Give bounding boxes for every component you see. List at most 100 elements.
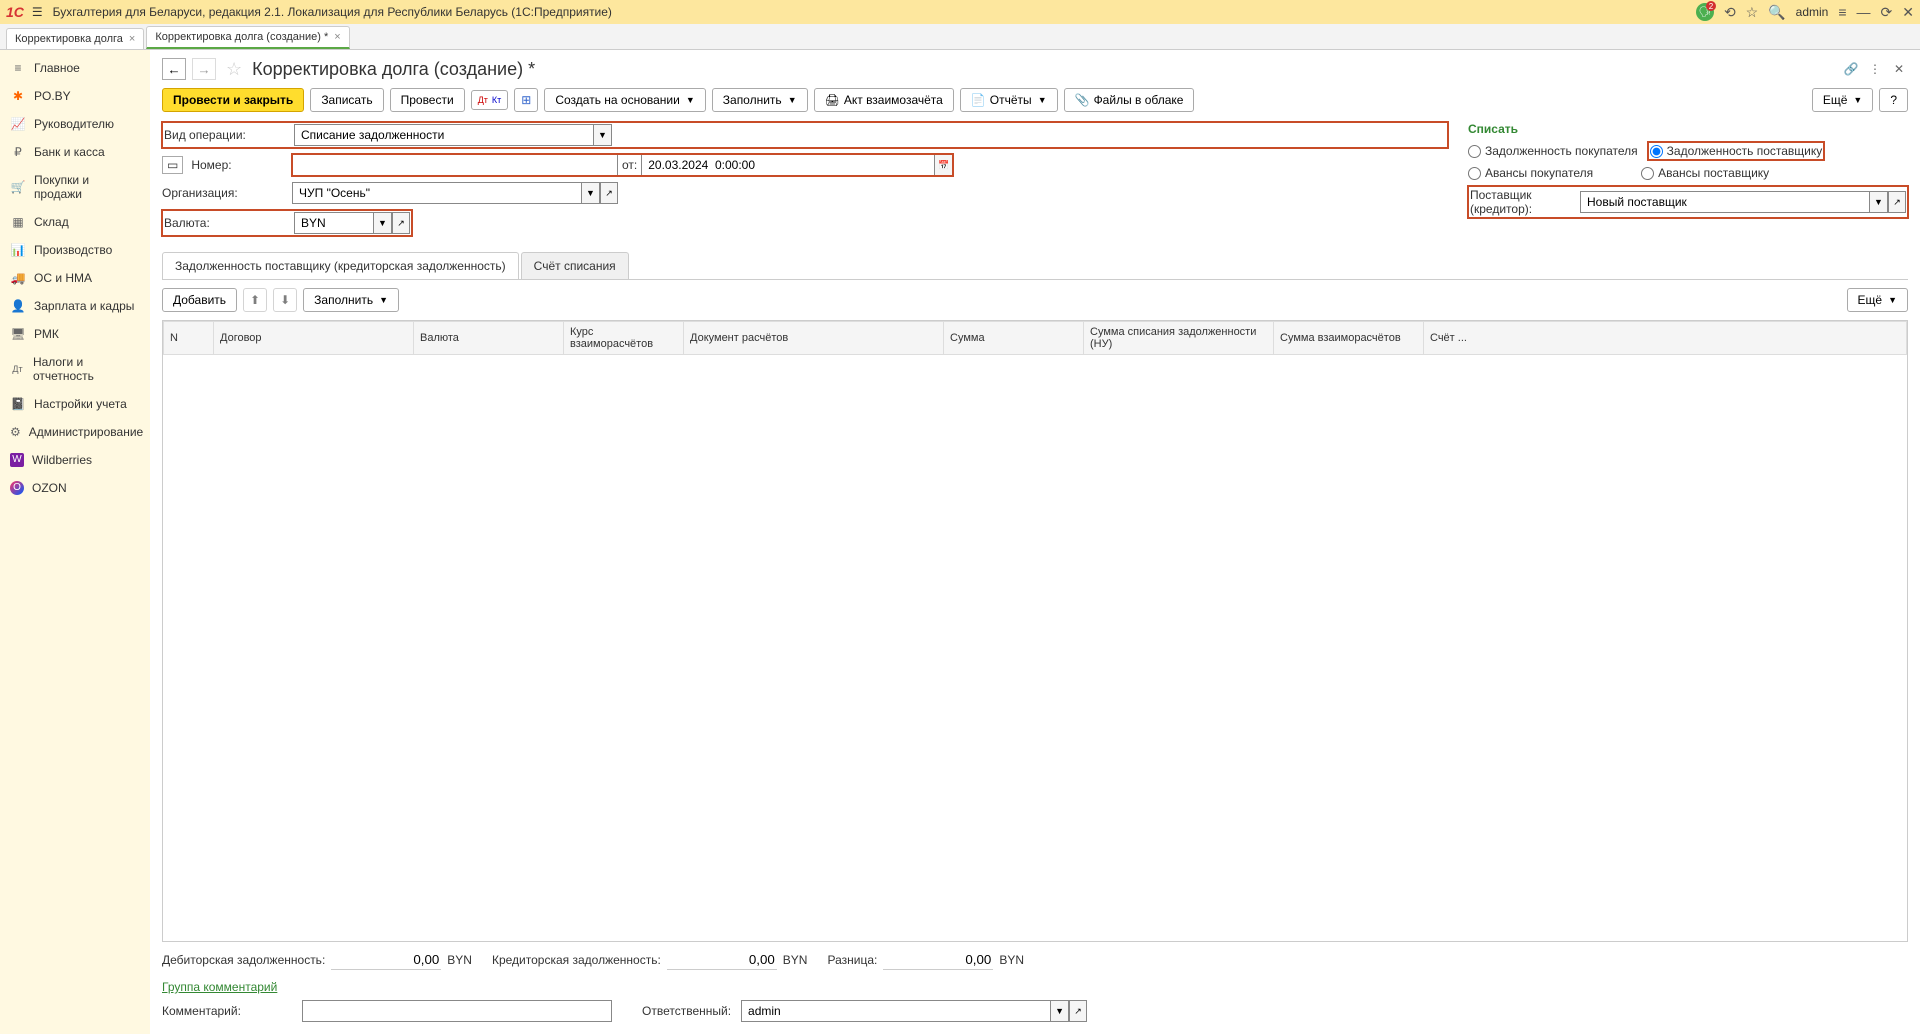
calendar-button[interactable]: 📅 xyxy=(935,154,953,176)
help-button[interactable]: ? xyxy=(1879,88,1908,112)
reports-button[interactable]: 📄Отчёты▼ xyxy=(960,88,1058,112)
operation-dropdown-button[interactable]: ▼ xyxy=(594,124,612,146)
sidebar-item-production[interactable]: 📊Производство xyxy=(0,236,150,264)
tab-debt-correction-create[interactable]: Корректировка долга (создание) * × xyxy=(146,26,349,49)
comment-group-link[interactable]: Группа комментарий xyxy=(162,980,277,994)
org-dropdown-button[interactable]: ▼ xyxy=(582,182,600,204)
radio-supplier-advance[interactable]: Авансы поставщику xyxy=(1641,166,1769,180)
supplier-dropdown-button[interactable]: ▼ xyxy=(1870,191,1888,213)
date-input[interactable] xyxy=(641,154,935,176)
notification-icon[interactable]: 🗣 2 xyxy=(1696,3,1714,21)
user-label[interactable]: admin xyxy=(1796,5,1829,19)
col-currency[interactable]: Валюта xyxy=(414,322,564,355)
minimize-icon[interactable]: — xyxy=(1857,4,1871,20)
files-button[interactable]: 📎Файлы в облаке xyxy=(1064,88,1195,112)
calendar-icon[interactable]: ▭ xyxy=(162,156,183,174)
sidebar-item-admin[interactable]: ⚙Администрирование xyxy=(0,418,150,446)
col-writeoff-sum[interactable]: Сумма списания задолженности (НУ) xyxy=(1084,322,1274,355)
back-button[interactable]: ← xyxy=(162,58,186,80)
move-up-button[interactable]: ⬆ xyxy=(243,288,267,312)
move-down-button[interactable]: ⬇ xyxy=(273,288,297,312)
radio-supplier-debt[interactable]: Задолженность поставщику xyxy=(1648,142,1825,160)
diff-value xyxy=(883,950,993,970)
star-icon[interactable]: ☆ xyxy=(1746,4,1759,21)
close-icon[interactable]: × xyxy=(129,33,135,45)
forward-button[interactable]: → xyxy=(192,58,216,80)
currency-open-button[interactable]: ↗ xyxy=(392,212,410,234)
print-icon: 🖨 xyxy=(825,93,840,107)
close-window-icon[interactable]: ✕ xyxy=(1902,4,1914,21)
radio-buyer-debt[interactable]: Задолженность покупателя xyxy=(1468,144,1638,158)
debt-table[interactable]: N Договор Валюта Курс взаиморасчётов Док… xyxy=(162,320,1908,942)
structure-button[interactable]: ⊞ xyxy=(514,88,538,112)
supplier-open-button[interactable]: ↗ xyxy=(1888,191,1906,213)
tab-supplier-debt[interactable]: Задолженность поставщику (кредиторская з… xyxy=(162,252,519,279)
currency-input[interactable] xyxy=(294,212,374,234)
org-open-button[interactable]: ↗ xyxy=(600,182,618,204)
responsible-input[interactable] xyxy=(741,1000,1051,1022)
sidebar-item-poby[interactable]: ✱PO.BY xyxy=(0,82,150,110)
col-rate[interactable]: Курс взаиморасчётов xyxy=(564,322,684,355)
col-sum[interactable]: Сумма xyxy=(944,322,1084,355)
operation-label: Вид операции: xyxy=(164,128,294,142)
add-button[interactable]: Добавить xyxy=(162,288,237,312)
sidebar-item-main[interactable]: ≡Главное xyxy=(0,54,150,82)
fill-button[interactable]: Заполнить▼ xyxy=(712,88,808,112)
sidebar-item-wildberries[interactable]: WWildberries xyxy=(0,446,150,474)
operation-input[interactable] xyxy=(294,124,594,146)
more-v-icon[interactable]: ⋮ xyxy=(1866,60,1884,78)
link-icon[interactable]: 🔗 xyxy=(1842,60,1860,78)
history-icon[interactable]: ⟲ xyxy=(1724,4,1736,21)
dt-icon: Дт xyxy=(10,364,25,374)
chevron-down-icon: ▼ xyxy=(1888,295,1897,305)
person-icon: 👤 xyxy=(10,299,26,313)
col-doc[interactable]: Документ расчётов xyxy=(684,322,944,355)
responsible-dropdown-button[interactable]: ▼ xyxy=(1051,1000,1069,1022)
sidebar-item-manager[interactable]: 📈Руководителю xyxy=(0,110,150,138)
writeoff-title: Списать xyxy=(1468,122,1908,136)
responsible-open-button[interactable]: ↗ xyxy=(1069,1000,1087,1022)
hamburger-icon[interactable]: ☰ xyxy=(32,5,43,19)
sidebar-item-assets[interactable]: 🚚ОС и НМА xyxy=(0,264,150,292)
settings-icon[interactable]: ≡ xyxy=(1838,4,1846,20)
tab-debt-correction[interactable]: Корректировка долга × xyxy=(6,28,144,49)
sidebar-item-taxes[interactable]: ДтНалоги и отчетность xyxy=(0,348,150,390)
more-sub-button[interactable]: Ещё▼ xyxy=(1847,288,1908,312)
org-input[interactable] xyxy=(292,182,582,204)
col-settle-sum[interactable]: Сумма взаиморасчётов xyxy=(1274,322,1424,355)
number-input[interactable] xyxy=(292,154,618,176)
col-n[interactable]: N xyxy=(164,322,214,355)
sidebar-item-settings[interactable]: 📓Настройки учета xyxy=(0,390,150,418)
dt-kt-button[interactable]: ДтКт xyxy=(471,90,509,110)
restore-icon[interactable]: ⟳ xyxy=(1881,4,1893,21)
fill-sub-button[interactable]: Заполнить▼ xyxy=(303,288,399,312)
create-based-button[interactable]: Создать на основании▼ xyxy=(544,88,705,112)
comment-label: Комментарий: xyxy=(162,1004,292,1018)
sidebar-item-ozon[interactable]: OOZON xyxy=(0,474,150,502)
comment-input[interactable] xyxy=(302,1000,612,1022)
sidebar-item-rmk[interactable]: 🖥РМК xyxy=(0,320,150,348)
act-button[interactable]: 🖨Акт взаимозачёта xyxy=(814,88,954,112)
tab-writeoff-account[interactable]: Счёт списания xyxy=(521,252,629,279)
currency-dropdown-button[interactable]: ▼ xyxy=(374,212,392,234)
radio-buyer-advance[interactable]: Авансы покупателя xyxy=(1468,166,1593,180)
close-icon[interactable]: × xyxy=(334,31,340,43)
sidebar-item-sales[interactable]: 🛒Покупки и продажи xyxy=(0,166,150,208)
ozon-icon: O xyxy=(10,481,24,495)
grid-icon: ▦ xyxy=(10,215,26,229)
supplier-input[interactable] xyxy=(1580,191,1870,213)
sidebar-item-warehouse[interactable]: ▦Склад xyxy=(0,208,150,236)
save-button[interactable]: Записать xyxy=(310,88,383,112)
col-contract[interactable]: Договор xyxy=(214,322,414,355)
currency-label: Валюта: xyxy=(164,216,294,230)
favorite-icon[interactable]: ☆ xyxy=(226,59,242,80)
search-icon[interactable]: 🔍 xyxy=(1768,4,1785,21)
post-button[interactable]: Провести xyxy=(390,88,465,112)
post-and-close-button[interactable]: Провести и закрыть xyxy=(162,88,304,112)
close-form-icon[interactable]: ✕ xyxy=(1890,60,1908,78)
col-account[interactable]: Счёт ... xyxy=(1424,322,1907,355)
titlebar: 1С ☰ Бухгалтерия для Беларуси, редакция … xyxy=(0,0,1920,24)
sidebar-item-salary[interactable]: 👤Зарплата и кадры xyxy=(0,292,150,320)
sidebar-item-bank[interactable]: ₽Банк и касса xyxy=(0,138,150,166)
more-button[interactable]: Ещё▼ xyxy=(1812,88,1873,112)
